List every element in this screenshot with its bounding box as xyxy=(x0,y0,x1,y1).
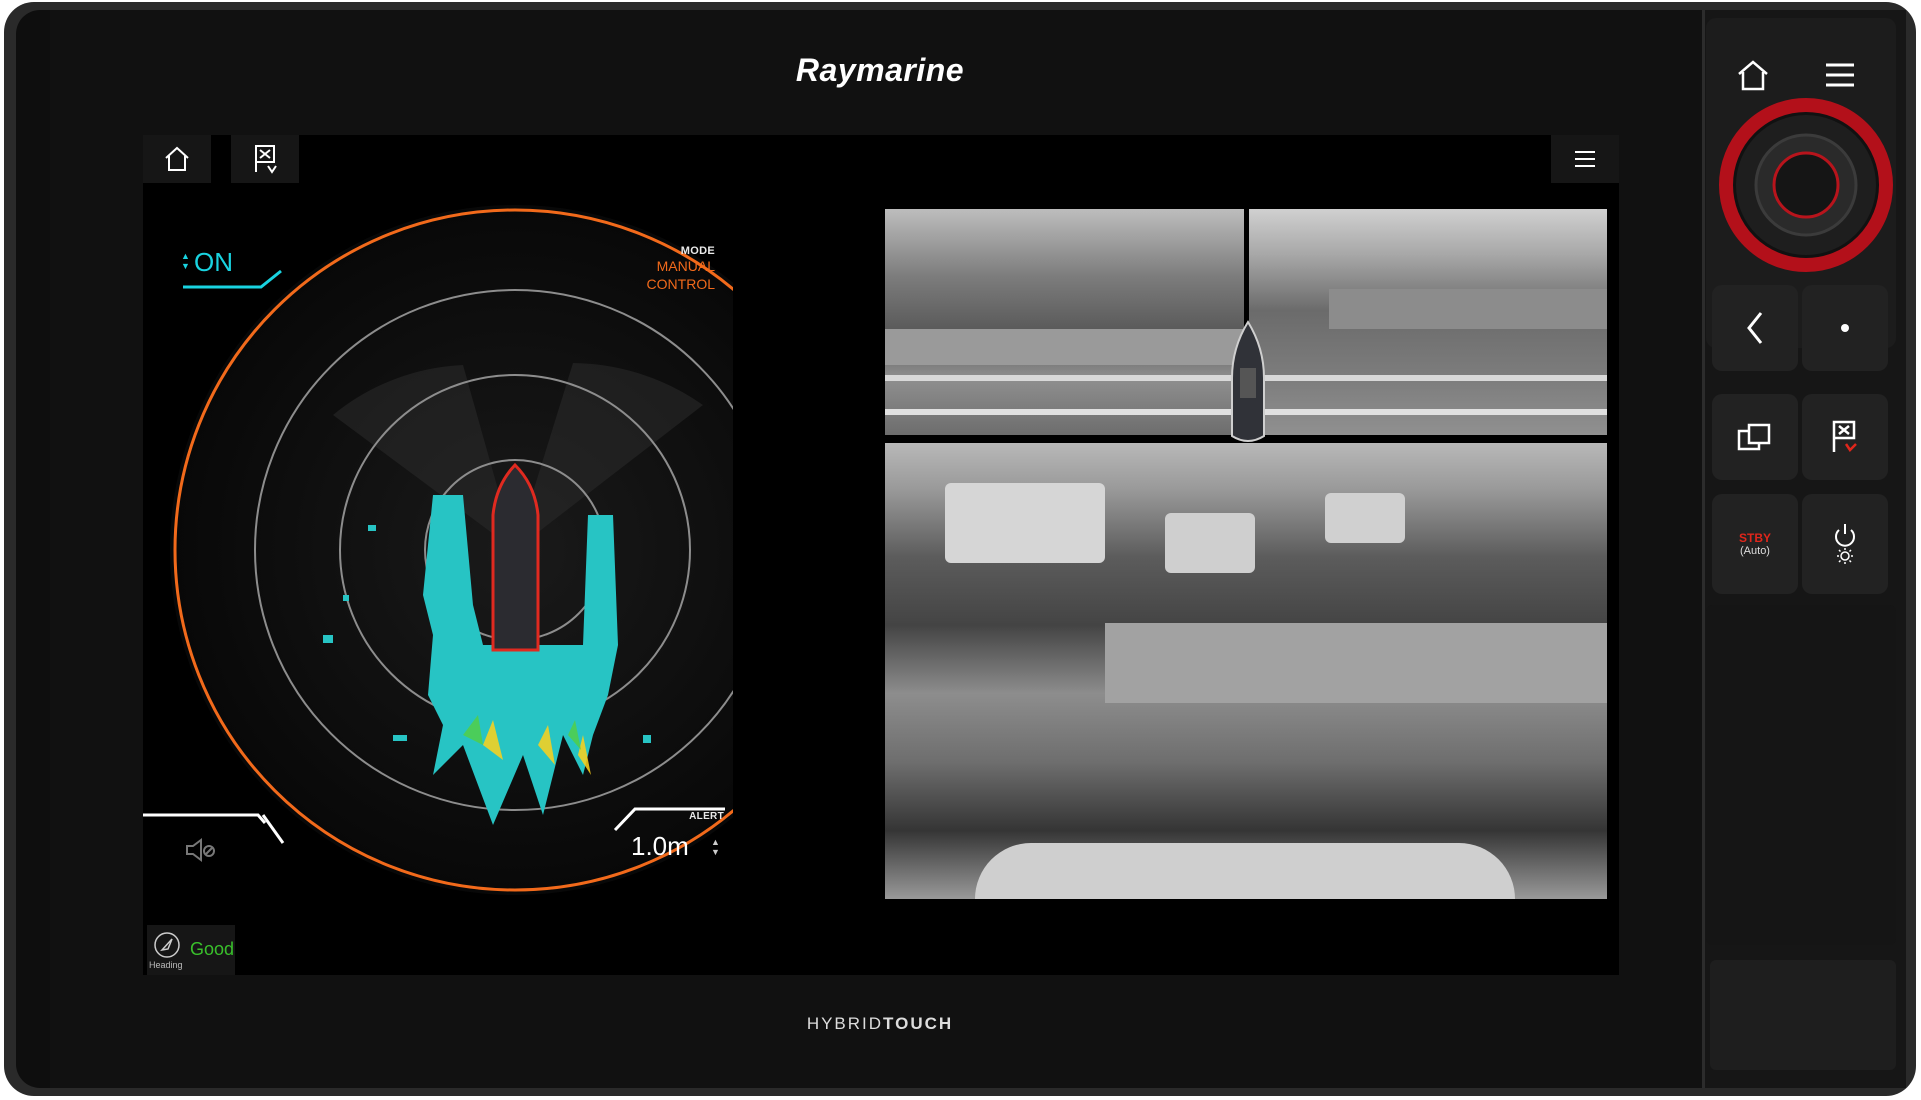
model-label-suffix: TOUCH xyxy=(883,1014,954,1033)
docksense-toggle[interactable]: ▲ ▼ ON xyxy=(181,247,286,289)
hw-back-button[interactable] xyxy=(1712,285,1798,371)
hw-standby-button[interactable]: STBY (Auto) xyxy=(1712,494,1798,594)
standby-label: STBY xyxy=(1738,531,1771,545)
mob-flag-icon xyxy=(1832,420,1857,452)
mute-button[interactable] xyxy=(183,835,217,865)
mode-indicator[interactable]: MODE MANUAL CONTROL xyxy=(623,245,715,293)
mode-line2: CONTROL xyxy=(646,276,715,292)
alert-distance-control[interactable]: ALERT 1.0m ▲ ▼ xyxy=(613,803,728,873)
dot-icon xyxy=(1841,324,1849,332)
camera-feed-bow-right[interactable] xyxy=(1249,209,1607,435)
own-boat-icon xyxy=(491,462,540,652)
hw-ok-button[interactable] xyxy=(1802,285,1888,371)
heading-label: Heading xyxy=(149,960,183,970)
hw-mob-button[interactable] xyxy=(1802,394,1888,480)
display-screen: DOCKSENSE ▲ ▼ ON MODE MANUAL CONTROL ALER… xyxy=(143,135,1619,975)
switch-panel-icon xyxy=(1737,423,1771,451)
heading-status[interactable]: Heading Good xyxy=(147,925,235,975)
mode-label: MODE xyxy=(680,245,715,257)
hw-home-button[interactable] xyxy=(1712,30,1794,120)
heading-status-value: Good xyxy=(190,939,235,959)
model-label-prefix: HYBRID xyxy=(806,1014,884,1033)
camera-boat-marker-icon xyxy=(1231,320,1265,442)
back-chevron-icon xyxy=(1747,312,1763,344)
standby-sub-label: (Auto) xyxy=(1740,545,1770,557)
hw-power-button[interactable] xyxy=(1802,494,1888,594)
mode-line1: MANUAL xyxy=(656,258,715,274)
brand-logo: Raymarine xyxy=(795,52,965,88)
hw-switch-panel-button[interactable] xyxy=(1712,394,1798,480)
camera-feed-bow-left[interactable] xyxy=(885,209,1244,435)
alert-label: ALERT xyxy=(689,811,724,822)
docksense-underline xyxy=(183,269,282,289)
stepper-arrows-icon: ▲ ▼ xyxy=(711,837,720,857)
alert-value: 1.0m xyxy=(631,831,689,861)
power-brightness-icon xyxy=(1835,524,1855,564)
hamburger-menu-icon xyxy=(1575,151,1595,167)
camera-feed-stern[interactable] xyxy=(885,443,1607,899)
heading-compass-icon xyxy=(154,932,180,958)
speaker-muted-icon xyxy=(186,838,215,862)
model-label: HYBRIDTOUCH xyxy=(780,1014,980,1034)
home-icon xyxy=(1738,60,1768,91)
hw-menu-button[interactable] xyxy=(1800,30,1880,120)
hamburger-menu-icon xyxy=(1826,63,1854,87)
menu-button[interactable] xyxy=(1551,135,1619,183)
